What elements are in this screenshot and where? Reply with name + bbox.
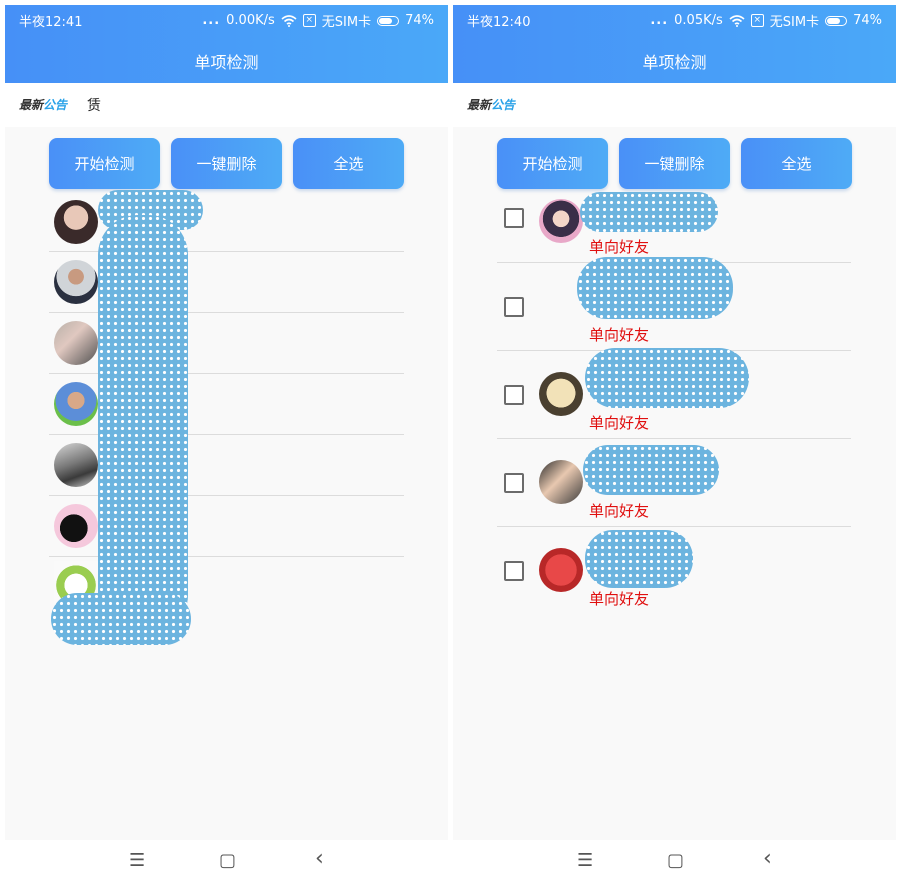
page-title: 单项检测 (642, 53, 707, 72)
system-nav-bar: ☰ ▢ ‹ (5, 840, 448, 880)
no-sim-icon: × (302, 14, 316, 27)
status-bar: 半夜12:40 ... 0.05K/s × 无SIM卡 74% (453, 5, 896, 33)
home-icon[interactable]: ▢ (667, 850, 684, 871)
avatar (539, 372, 583, 416)
sim-status: 无SIM卡 (321, 15, 372, 30)
status-time: 半夜12:40 (467, 15, 531, 30)
avatar (539, 548, 583, 592)
avatar (54, 321, 98, 365)
avatar (54, 200, 98, 244)
signal-dots: ... (650, 13, 669, 28)
redaction-mask (577, 257, 733, 319)
network-speed: 0.05K/s (674, 13, 723, 28)
one-way-friend-label: 单向好友 (589, 238, 650, 256)
start-detect-button[interactable]: 开始检测 (497, 138, 608, 189)
header-bar: 半夜12:40 ... 0.05K/s × 无SIM卡 74% 单项检测 (453, 5, 896, 83)
one-way-friend-label: 单向好友 (589, 414, 650, 432)
battery-percent: 74% (853, 13, 882, 28)
battery-percent: 74% (405, 13, 434, 28)
avatar (54, 382, 98, 426)
notice-logo: 最新公告 (467, 98, 516, 112)
avatar (539, 460, 583, 504)
start-detect-button[interactable]: 开始检测 (49, 138, 160, 189)
one-way-friend-label: 单向好友 (589, 502, 650, 520)
avatar (54, 504, 98, 548)
no-sim-icon: × (750, 14, 764, 27)
battery-icon (377, 15, 400, 26)
avatar (539, 199, 583, 243)
redaction-mask (585, 530, 693, 588)
header-bar: 半夜12:41 ... 0.00K/s × 无SIM卡 74% 单项检测 (5, 5, 448, 83)
row-checkbox[interactable] (504, 561, 524, 581)
row-checkbox[interactable] (504, 385, 524, 405)
notice-bar[interactable]: 最新公告 (453, 83, 896, 127)
status-time: 半夜12:41 (19, 15, 83, 30)
system-nav-bar: ☰ ▢ ‹ (453, 840, 896, 880)
avatar (54, 443, 98, 487)
network-speed: 0.00K/s (226, 13, 275, 28)
select-all-button[interactable]: 全选 (293, 138, 404, 189)
phone-screen-left: 半夜12:41 ... 0.00K/s × 无SIM卡 74% 单项检测 最新公… (5, 5, 448, 880)
select-all-button[interactable]: 全选 (741, 138, 852, 189)
redaction-mask (98, 215, 188, 635)
one-way-friend-label: 单向好友 (589, 590, 650, 608)
back-icon[interactable]: ‹ (315, 846, 324, 871)
delete-all-button[interactable]: 一键删除 (171, 138, 282, 189)
row-checkbox[interactable] (504, 473, 524, 493)
redaction-mask (580, 192, 718, 232)
page-title: 单项检测 (194, 53, 259, 72)
signal-dots: ... (202, 13, 221, 28)
menu-icon[interactable]: ☰ (577, 850, 593, 871)
phone-screen-right: 半夜12:40 ... 0.05K/s × 无SIM卡 74% 单项检测 最新公… (453, 5, 896, 880)
wifi-icon (729, 14, 745, 27)
sim-status: 无SIM卡 (769, 15, 820, 30)
battery-icon (825, 15, 848, 26)
menu-icon[interactable]: ☰ (129, 850, 145, 871)
redaction-mask (51, 593, 191, 645)
notice-bar[interactable]: 最新公告 赁 (5, 83, 448, 127)
notice-logo: 最新公告 (19, 98, 68, 112)
avatar (54, 260, 98, 304)
row-checkbox[interactable] (504, 208, 524, 228)
home-icon[interactable]: ▢ (219, 850, 236, 871)
notice-text: 赁 (87, 98, 101, 114)
one-way-friend-label: 单向好友 (589, 326, 650, 344)
redaction-mask (585, 348, 749, 408)
redaction-mask (583, 445, 719, 495)
wifi-icon (281, 14, 297, 27)
status-bar: 半夜12:41 ... 0.00K/s × 无SIM卡 74% (5, 5, 448, 33)
row-checkbox[interactable] (504, 297, 524, 317)
back-icon[interactable]: ‹ (763, 846, 772, 871)
delete-all-button[interactable]: 一键删除 (619, 138, 730, 189)
